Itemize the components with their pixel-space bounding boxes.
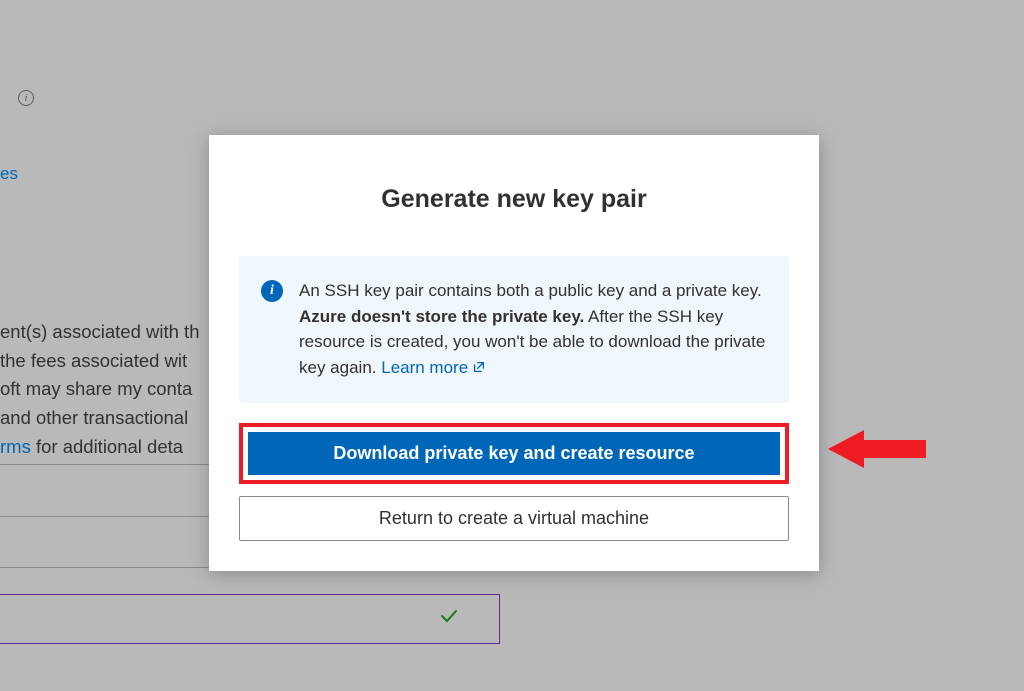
info-icon: i (18, 90, 34, 106)
bg-text-line: oft may share my conta (0, 378, 192, 399)
info-icon: i (261, 280, 283, 302)
external-link-icon (472, 356, 486, 382)
bg-text-line: the fees associated wit (0, 350, 187, 371)
generate-key-pair-dialog: Generate new key pair i An SSH key pair … (209, 135, 819, 571)
checkmark-icon (439, 606, 459, 632)
background-link-fragment: es (0, 164, 18, 184)
info-text: An SSH key pair contains both a public k… (299, 278, 767, 381)
info-text-segment: An SSH key pair contains both a public k… (299, 281, 762, 300)
background-selected-row (0, 594, 500, 644)
download-key-create-resource-button[interactable]: Download private key and create resource (248, 432, 780, 475)
learn-more-label: Learn more (381, 358, 468, 377)
dialog-title: Generate new key pair (239, 185, 789, 214)
bg-text-line: for additional deta (31, 436, 183, 457)
learn-more-link[interactable]: Learn more (381, 358, 486, 377)
terms-link-fragment: rms (0, 436, 31, 457)
bg-text-line: and other transactional (0, 407, 188, 428)
bg-text-line: ent(s) associated with th (0, 321, 199, 342)
annotation-arrow-icon (828, 426, 926, 472)
annotation-highlight-box: Download private key and create resource (239, 423, 789, 484)
return-to-create-vm-button[interactable]: Return to create a virtual machine (239, 496, 789, 541)
info-text-bold: Azure doesn't store the private key. (299, 307, 584, 326)
info-callout: i An SSH key pair contains both a public… (239, 256, 789, 403)
